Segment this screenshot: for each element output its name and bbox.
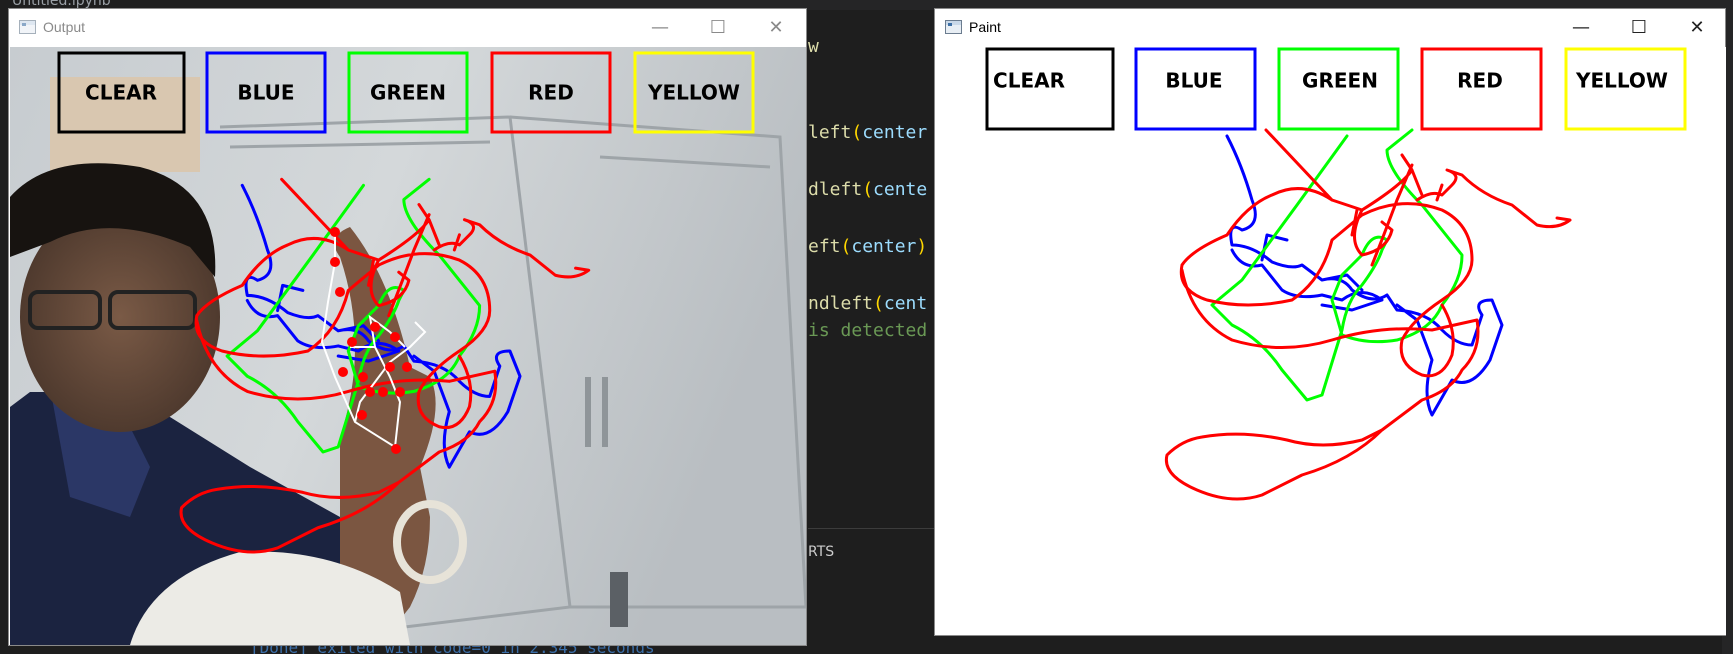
panel-tab-label[interactable]: RTS	[808, 544, 834, 560]
paint-toolbar: CLEAR BLUE GREEN RED YELLOW	[985, 47, 1687, 131]
paint-strokes	[1164, 128, 1572, 501]
close-button[interactable]: ✕	[1668, 9, 1726, 45]
code-fragment-top: w	[808, 36, 819, 57]
output-window: Output — ☐ ✕ CLEAR BLUE GREEN RED YELLOW	[8, 8, 807, 646]
code-comment: is detected	[808, 320, 928, 341]
clear-label: CLEAR	[85, 81, 157, 105]
red-label: RED	[1457, 69, 1503, 93]
cupboard-handle	[585, 377, 591, 447]
maximize-button[interactable]: ☐	[689, 9, 747, 45]
paint-drawing: CLEAR BLUE GREEN RED YELLOW	[985, 47, 1687, 501]
window-app-icon	[19, 20, 36, 34]
code-variable: center	[851, 236, 917, 257]
yellow-label: YELLOW	[1575, 69, 1668, 93]
webcam-canvas: CLEAR BLUE GREEN RED YELLOW	[10, 47, 806, 645]
window-app-icon	[945, 20, 962, 34]
paint-window: Paint — ☐ ✕ CLEAR BLUE GREEN RED YELLOW	[934, 8, 1726, 636]
red-label: RED	[528, 81, 574, 105]
code-line-3: eft(center)	[808, 236, 928, 257]
close-button[interactable]: ✕	[747, 9, 805, 45]
cupboard-lock	[610, 572, 628, 627]
code-variable: center	[862, 122, 928, 143]
webcam-feed: CLEAR BLUE GREEN RED YELLOW	[10, 47, 806, 645]
output-window-title: Output	[43, 19, 86, 35]
red-stroke	[1164, 128, 1572, 501]
paint-window-title: Paint	[969, 19, 1001, 35]
paint-canvas[interactable]: CLEAR BLUE GREEN RED YELLOW	[936, 47, 1726, 635]
clear-label: CLEAR	[993, 69, 1065, 93]
code-function: left	[808, 122, 852, 143]
blue-label: BLUE	[1165, 69, 1222, 93]
paint-titlebar[interactable]: Paint — ☐ ✕	[935, 9, 1725, 46]
output-titlebar[interactable]: Output — ☐ ✕	[9, 9, 806, 46]
cupboard-handle	[602, 377, 608, 447]
code-comment-line: is detected	[808, 320, 927, 341]
code-function: dleft	[808, 179, 863, 200]
code-variable: cent	[883, 293, 928, 314]
code-line-1: left(center	[808, 122, 928, 143]
code-text: w	[808, 36, 819, 57]
code-line-4: ndleft(cent	[808, 293, 928, 314]
green-label: GREEN	[370, 81, 446, 105]
code-function: eft	[808, 236, 841, 257]
blue-label: BLUE	[237, 81, 294, 105]
minimize-button[interactable]: —	[1552, 9, 1610, 45]
maximize-button[interactable]: ☐	[1610, 9, 1668, 45]
code-line-2: dleft(cente	[808, 179, 928, 200]
code-function: ndleft	[808, 293, 874, 314]
yellow-label: YELLOW	[647, 81, 740, 105]
minimize-button[interactable]: —	[631, 9, 689, 45]
code-variable: cente	[873, 179, 928, 200]
green-label: GREEN	[1302, 69, 1378, 93]
